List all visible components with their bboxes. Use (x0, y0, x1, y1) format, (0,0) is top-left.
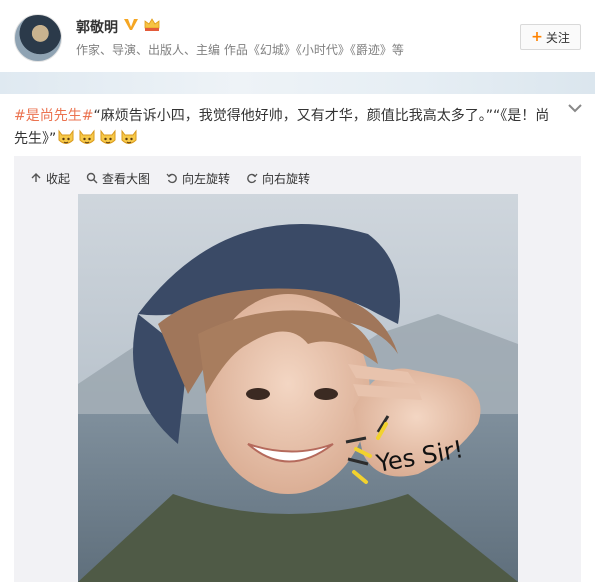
selfie-image: Yes Sir! (78, 194, 518, 582)
follow-label: 关注 (545, 30, 570, 45)
verified-icon (124, 19, 138, 30)
emoji-row (56, 127, 140, 154)
hashtag-link[interactable]: #是尚先生# (14, 108, 93, 124)
profile-header: 郭敬明 作家、导演、出版人、主编 作品《幻城》《小时代》《爵迹》等 + 关注 (0, 0, 595, 72)
search-icon (86, 172, 98, 184)
rotate-right-button[interactable]: 向右旋转 (246, 170, 310, 186)
crown-icon[interactable] (143, 16, 161, 32)
chevron-down-icon[interactable] (566, 101, 584, 115)
follow-button[interactable]: + 关注 (520, 24, 581, 50)
divider-band (0, 72, 595, 94)
profile-bio: 作家、导演、出版人、主编 作品《幻城》《小时代》《爵迹》等 (76, 43, 404, 57)
collapse-label: 收起 (46, 171, 71, 186)
post-text: #是尚先生#“麻烦告诉小四，我觉得他好帅，又有才华，颜值比我高太多了。”“《是！… (14, 106, 562, 154)
profile-name[interactable]: 郭敬明 (76, 17, 118, 37)
arrow-up-icon (31, 173, 41, 182)
rotate-left-label: 向左旋转 (182, 171, 231, 186)
collapse-button[interactable]: 收起 (30, 170, 70, 186)
cat-face-emoji-icon (58, 129, 74, 144)
rotate-left-button[interactable]: 向左旋转 (166, 170, 230, 186)
cat-face-emoji-icon (79, 129, 95, 144)
plus-icon: + (531, 29, 543, 45)
cat-face-emoji-icon (100, 129, 116, 144)
rotate-right-icon (247, 173, 258, 184)
post-photo[interactable]: Yes Sir! (78, 194, 518, 582)
view-large-button[interactable]: 查看大图 (86, 170, 150, 186)
rotate-right-label: 向右旋转 (262, 171, 311, 186)
view-large-label: 查看大图 (102, 171, 151, 186)
rotate-left-icon (166, 173, 177, 184)
cat-face-emoji-icon (121, 129, 137, 144)
avatar[interactable] (14, 14, 62, 62)
media-toolbar: 收起 查看大图 向左旋转 向右旋转 (30, 170, 310, 186)
